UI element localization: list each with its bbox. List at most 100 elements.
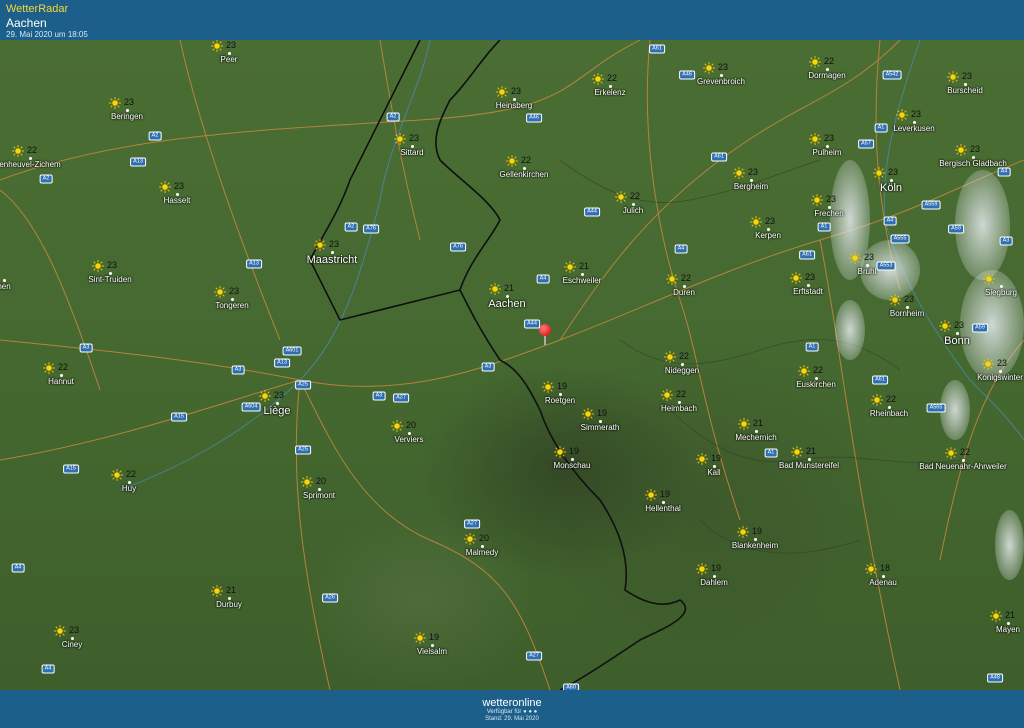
city-name: Malmedy (465, 548, 499, 557)
city-name: Aachen (488, 298, 526, 310)
road-label: A61 (649, 44, 665, 54)
city-temperature: 23 (826, 194, 837, 204)
road-label: A1 (874, 123, 888, 133)
road-label: A13 (246, 259, 262, 269)
city-name: Sint-Truiden (88, 275, 132, 284)
city-weather (981, 272, 1024, 286)
city-name: Vielsalm (416, 647, 448, 656)
road-label: A604 (241, 402, 261, 412)
city-weather: 22 (796, 364, 840, 378)
city-weather: 23 (731, 166, 775, 180)
city-temperature: 22 (676, 389, 687, 399)
sun-icon (43, 361, 55, 374)
city-name: Hellenthal (645, 504, 681, 513)
city-temperature: 23 (805, 272, 816, 282)
location-pin-stem (544, 335, 546, 345)
road-label: A565 (926, 403, 946, 413)
sun-icon (54, 624, 66, 637)
sun-icon (211, 584, 223, 597)
sun-icon (92, 259, 104, 272)
city-weather: 22 (662, 350, 706, 364)
sun-icon (809, 55, 821, 68)
sun-icon (873, 166, 885, 179)
footer-logo[interactable]: wetteronline (0, 697, 1024, 709)
city-weather: 23 (701, 61, 745, 75)
road-label: A76 (450, 242, 466, 252)
city-temperature: 22 (813, 365, 824, 375)
sun-icon (733, 166, 745, 179)
city-name: Blankenheim (731, 541, 779, 550)
road-label: A1 (764, 448, 778, 458)
city-temperature: 23 (274, 390, 285, 400)
city-temperature: 23 (765, 216, 776, 226)
sun-icon (12, 144, 24, 157)
sun-icon (394, 132, 406, 145)
road-label: A27 (393, 393, 409, 403)
city-temperature: 23 (226, 40, 237, 50)
weather-map[interactable]: Peer 23 Beringen 23 enheuvel-Zichem 22 Hasselt… (0, 40, 1024, 690)
sun-icon (990, 609, 1002, 622)
road-label: A57 (858, 139, 874, 149)
road-label: A59 (972, 323, 988, 333)
city-weather: 23 (312, 238, 356, 252)
city-weather: 23 (807, 132, 851, 146)
city-temperature: 21 (753, 418, 764, 428)
sun-icon (703, 61, 715, 74)
city-temperature: 23 (997, 358, 1008, 368)
city-name: Maastricht (306, 254, 358, 266)
city-name: Julich (622, 206, 644, 215)
city-weather: 23 (392, 132, 436, 146)
city-name: Nideggen (664, 366, 700, 375)
city-temperature: 23 (954, 320, 965, 330)
city-name: Dormagen (808, 71, 846, 80)
city-weather: 22 (590, 72, 634, 86)
road-label: A542 (882, 70, 902, 80)
city-name: hen (0, 282, 11, 291)
city-temperature: 23 (718, 62, 729, 72)
sun-icon (111, 468, 123, 481)
city-temperature: 22 (27, 145, 38, 155)
city-name: Burscheid (947, 86, 983, 95)
sun-icon (871, 393, 883, 406)
city-name: Erkelenz (594, 88, 626, 97)
city-temperature: 20 (406, 420, 417, 430)
city-weather: 23 (494, 85, 538, 99)
road-label: A4 (536, 274, 550, 284)
sun-icon (592, 72, 604, 85)
sun-icon (159, 180, 171, 193)
road-label: A3 (231, 365, 245, 375)
city-weather: 23 (90, 259, 134, 273)
city-temperature: 22 (886, 394, 897, 404)
road-label: A3 (79, 343, 93, 353)
road-label: A4 (997, 167, 1011, 177)
footer-available: Verfügbar für ● ● ● (486, 709, 538, 715)
road-label: A2 (39, 174, 53, 184)
sun-icon (464, 532, 476, 545)
sun-icon (615, 190, 627, 203)
city-name: Bergheim (733, 182, 769, 191)
city-weather: 23 (107, 96, 151, 110)
city-weather: 23 (157, 180, 201, 194)
city-temperature: 23 (864, 252, 875, 262)
city-name: Tongeren (215, 301, 249, 310)
city-weather: 19 (735, 525, 779, 539)
sun-icon (809, 132, 821, 145)
sun-icon (259, 389, 271, 402)
city-temperature: 22 (824, 56, 835, 66)
city-name: Bergisch Gladbach (939, 159, 1007, 168)
city-weather: 19 (643, 488, 687, 502)
city-weather: 23 (953, 143, 997, 157)
city-name: Heimbach (660, 404, 698, 413)
app-header: WetterRadar Aachen 29. Mai 2020 um 18:05 (0, 0, 1024, 40)
city-name: Roetgen (544, 396, 576, 405)
road-label: A3 (999, 236, 1013, 246)
road-label: A4 (11, 563, 25, 573)
road-label: A2 (148, 131, 162, 141)
road-label: A46 (526, 113, 542, 123)
location-pin-icon[interactable] (539, 324, 551, 336)
road-label: A27 (464, 519, 480, 529)
city-weather: 20 (389, 419, 433, 433)
city-name: Durbuy (216, 600, 242, 609)
road-label: A4 (883, 216, 897, 226)
sun-icon (506, 154, 518, 167)
